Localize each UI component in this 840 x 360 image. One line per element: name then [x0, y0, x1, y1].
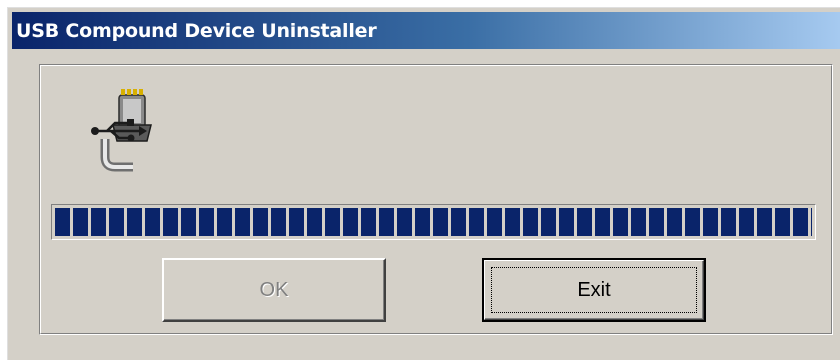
ok-button[interactable]: OK	[162, 258, 386, 322]
progress-fill	[55, 208, 812, 236]
uninstaller-window: USB Compound Device Uninstaller OK Exit	[7, 7, 840, 360]
window-title: USB Compound Device Uninstaller	[16, 19, 377, 42]
ok-button-label: OK	[259, 278, 289, 301]
exit-button[interactable]: Exit	[482, 258, 706, 322]
exit-button-label: Exit	[577, 278, 611, 301]
uninstall-progress-bar	[51, 204, 816, 240]
title-bar[interactable]: USB Compound Device Uninstaller	[12, 12, 840, 49]
usb-plug-icon	[83, 81, 163, 176]
